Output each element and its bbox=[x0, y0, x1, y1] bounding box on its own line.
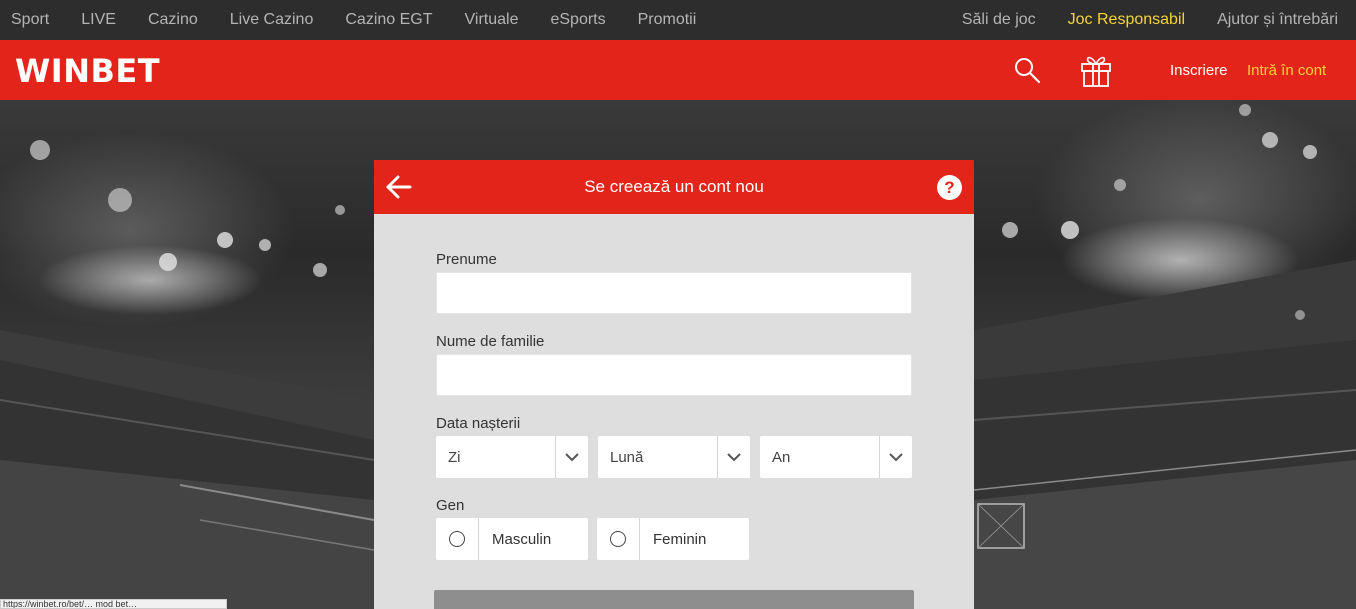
radio-cell bbox=[436, 518, 479, 560]
nav-promotii[interactable]: Promotii bbox=[638, 11, 712, 29]
gender-female-label: Feminin bbox=[653, 531, 707, 548]
site-header: WINBET Inscriere Intră în cont bbox=[0, 40, 1356, 100]
top-navigation: Sport LIVE Cazino Live Cazino Cazino EGT… bbox=[0, 0, 1356, 40]
register-link[interactable]: Inscriere bbox=[1170, 62, 1228, 79]
nav-esports[interactable]: eSports bbox=[550, 11, 637, 29]
registration-card: Se creează un cont nou ? Prenume Nume de… bbox=[374, 160, 974, 609]
nav-joc-responsabil[interactable]: Joc Responsabil bbox=[1054, 11, 1203, 29]
nav-sali-de-joc[interactable]: Săli de joc bbox=[948, 11, 1054, 29]
dob-label: Data nașterii bbox=[436, 415, 521, 432]
year-select[interactable]: An bbox=[760, 436, 912, 478]
nav-virtuale[interactable]: Virtuale bbox=[465, 11, 551, 29]
nav-sport[interactable]: Sport bbox=[11, 11, 81, 29]
gender-female-radio[interactable] bbox=[610, 531, 626, 547]
first-name-label: Prenume bbox=[436, 251, 497, 268]
top-nav-right: Săli de joc Joc Responsabil Ajutor și în… bbox=[948, 0, 1356, 40]
gender-female-option[interactable]: Feminin bbox=[597, 518, 749, 560]
gift-icon[interactable] bbox=[1078, 52, 1114, 88]
top-nav-left: Sport LIVE Cazino Live Cazino Cazino EGT… bbox=[0, 0, 711, 40]
year-select-divider bbox=[879, 436, 880, 478]
help-icon[interactable]: ? bbox=[937, 175, 962, 200]
continue-button[interactable] bbox=[434, 590, 914, 609]
gender-male-radio[interactable] bbox=[449, 531, 465, 547]
day-select-divider bbox=[555, 436, 556, 478]
gender-male-option[interactable]: Masculin bbox=[436, 518, 588, 560]
winbet-logo[interactable]: WINBET bbox=[15, 52, 160, 90]
radio-cell bbox=[597, 518, 640, 560]
nav-live[interactable]: LIVE bbox=[81, 11, 148, 29]
nav-live-cazino[interactable]: Live Cazino bbox=[230, 11, 346, 29]
day-select[interactable]: Zi bbox=[436, 436, 588, 478]
login-link[interactable]: Intră în cont bbox=[1247, 62, 1326, 79]
search-icon[interactable] bbox=[1012, 56, 1042, 86]
year-select-value: An bbox=[772, 449, 791, 466]
day-select-value: Zi bbox=[448, 449, 461, 466]
chevron-down-icon bbox=[889, 453, 903, 462]
first-name-input[interactable] bbox=[436, 272, 912, 314]
nav-cazino[interactable]: Cazino bbox=[148, 11, 230, 29]
card-title: Se creează un cont nou bbox=[584, 177, 764, 196]
browser-status-url: https://winbet.ro/bet/… mod bet… bbox=[0, 599, 227, 609]
last-name-input[interactable] bbox=[436, 354, 912, 396]
nav-cazino-egt[interactable]: Cazino EGT bbox=[345, 11, 464, 29]
gender-label: Gen bbox=[436, 497, 465, 514]
last-name-label: Nume de familie bbox=[436, 333, 545, 350]
nav-ajutor[interactable]: Ajutor și întrebări bbox=[1203, 11, 1356, 29]
chevron-down-icon bbox=[727, 453, 741, 462]
gender-male-label: Masculin bbox=[492, 531, 552, 548]
chevron-down-icon bbox=[565, 453, 579, 462]
month-select[interactable]: Lună bbox=[598, 436, 750, 478]
month-select-divider bbox=[717, 436, 718, 478]
month-select-value: Lună bbox=[610, 449, 644, 466]
card-header: Se creează un cont nou ? bbox=[374, 160, 974, 214]
